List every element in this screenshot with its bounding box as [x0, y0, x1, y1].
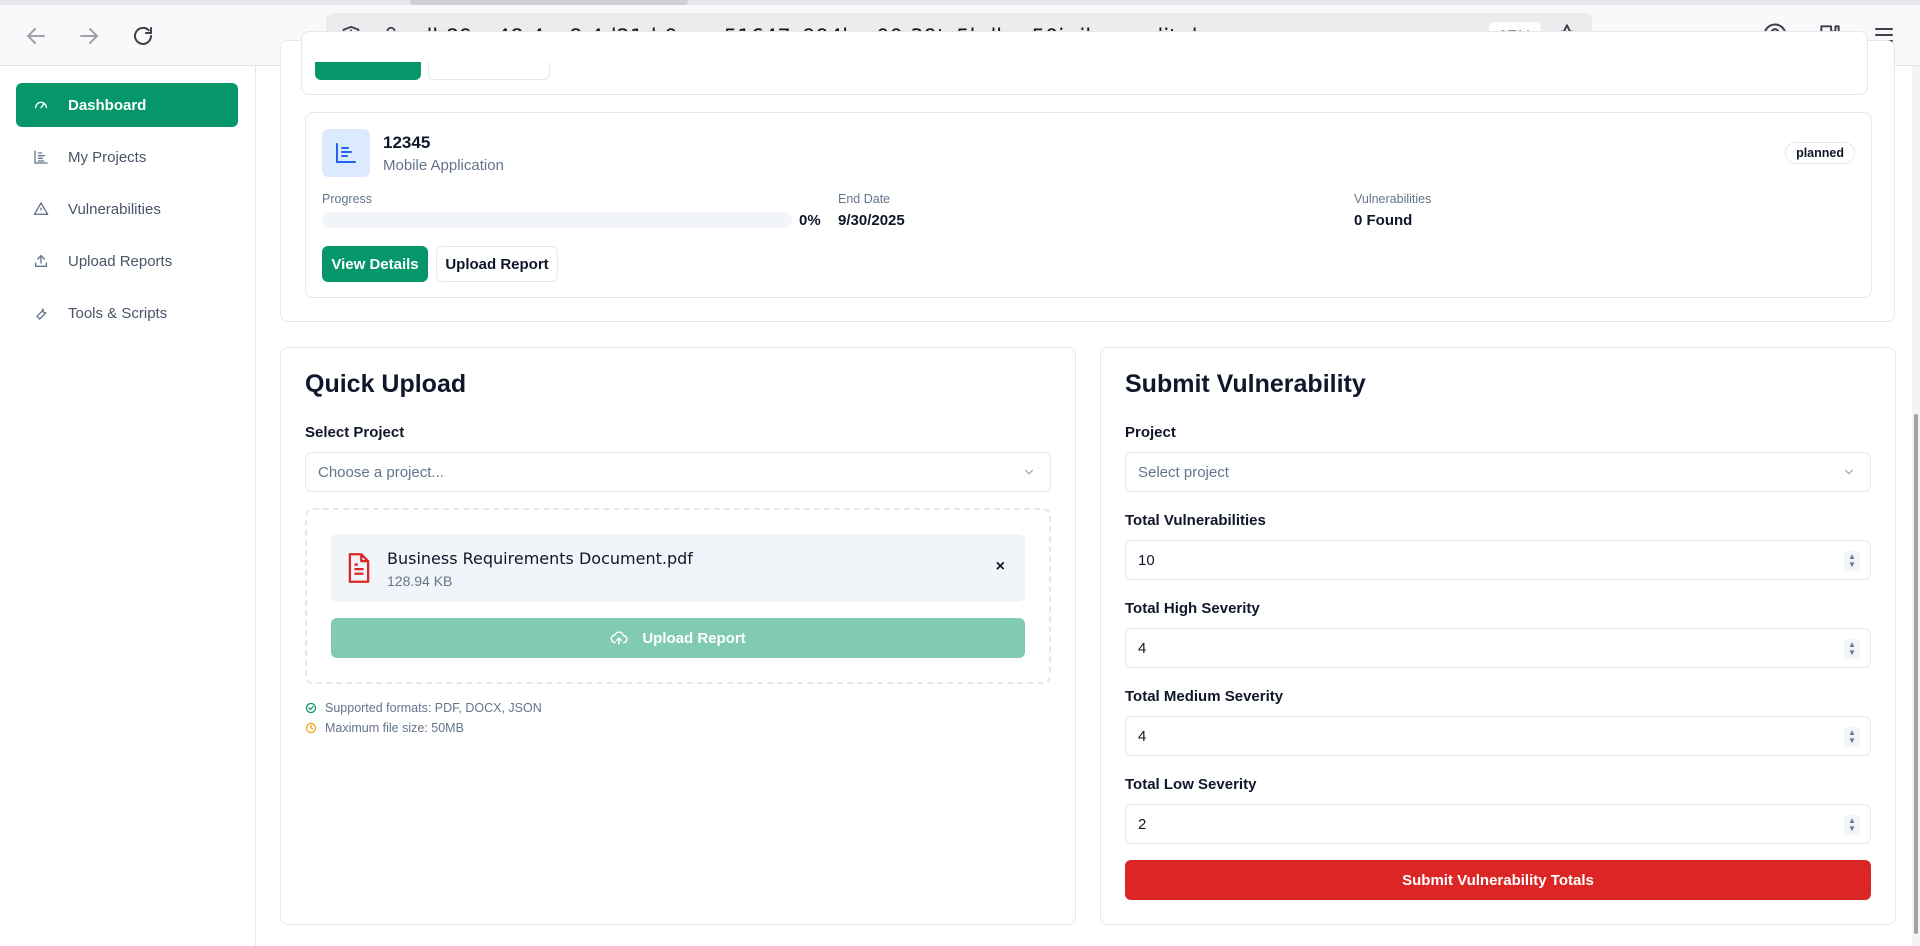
clock-icon: [305, 722, 317, 734]
vuln-project-select[interactable]: Select project: [1125, 452, 1871, 492]
sidebar-item-my-projects[interactable]: My Projects: [16, 135, 238, 179]
end-date-label: End Date: [838, 192, 891, 206]
size-note: Maximum file size: 50MB: [305, 721, 464, 735]
total-vulnerabilities-label: Total Vulnerabilities: [1125, 512, 1266, 529]
progress-bar: [322, 212, 792, 228]
wrench-icon: [32, 304, 50, 322]
submit-vulnerability-panel: Submit Vulnerability Project Select proj…: [1100, 347, 1896, 925]
file-name: Business Requirements Document.pdf: [387, 549, 693, 568]
vuln-project-select-value: Select project: [1138, 464, 1229, 481]
sidebar-item-dashboard[interactable]: Dashboard: [16, 83, 238, 127]
projects-list-panel: 12345 Mobile Application planned Progres…: [280, 31, 1895, 322]
status-badge: planned: [1785, 142, 1855, 164]
upload-report-button[interactable]: Upload Report: [436, 246, 558, 282]
reload-icon[interactable]: [127, 20, 159, 52]
sidebar-item-label: My Projects: [68, 148, 147, 166]
formats-note-text: Supported formats: PDF, DOCX, JSON: [325, 701, 542, 715]
total-high-severity-value: 4: [1138, 640, 1147, 657]
file-size: 128.94 KB: [387, 573, 453, 589]
project-name: 12345: [383, 133, 431, 152]
total-vulnerabilities-value: 10: [1138, 552, 1155, 569]
total-high-severity-label: Total High Severity: [1125, 600, 1260, 617]
project-card: 12345 Mobile Application planned Progres…: [305, 112, 1872, 298]
number-stepper-icon[interactable]: ▲ ▼: [1844, 727, 1860, 747]
sidebar-item-label: Tools & Scripts: [68, 304, 168, 322]
total-vulnerabilities-input[interactable]: 10 ▲ ▼: [1125, 540, 1871, 580]
check-circle-icon: [305, 702, 317, 714]
sidebar-item-label: Vulnerabilities: [68, 200, 161, 218]
sidebar-item-upload-reports[interactable]: Upload Reports: [16, 239, 238, 283]
page-scrollbar-thumb[interactable]: [1914, 414, 1918, 934]
sidebar-item-vulnerabilities[interactable]: Vulnerabilities: [16, 187, 238, 231]
total-medium-severity-label: Total Medium Severity: [1125, 688, 1284, 705]
submit-vulnerability-title: Submit Vulnerability: [1125, 370, 1366, 398]
forward-arrow-icon[interactable]: [73, 20, 105, 52]
progress-percent: 0%: [799, 212, 821, 229]
view-details-button[interactable]: View Details: [322, 246, 428, 282]
quick-upload-title: Quick Upload: [305, 370, 467, 398]
total-medium-severity-input[interactable]: 4 ▲ ▼: [1125, 716, 1871, 756]
quick-upload-panel: Quick Upload Select Project Choose a pro…: [280, 347, 1076, 925]
remove-file-close-icon[interactable]: ×: [996, 558, 1005, 576]
end-date-value: 9/30/2025: [838, 212, 905, 229]
number-stepper-icon[interactable]: ▲ ▼: [1844, 639, 1860, 659]
size-note-text: Maximum file size: 50MB: [325, 721, 464, 735]
sidebar-item-label: Upload Reports: [68, 252, 173, 270]
project-chart-icon: [322, 129, 370, 177]
total-low-severity-label: Total Low Severity: [1125, 776, 1257, 793]
project-select[interactable]: Choose a project...: [305, 452, 1051, 492]
number-stepper-icon[interactable]: ▲ ▼: [1844, 551, 1860, 571]
total-low-severity-input[interactable]: 2 ▲ ▼: [1125, 804, 1871, 844]
vulnerabilities-value: 0 Found: [1354, 212, 1413, 229]
total-high-severity-input[interactable]: 4 ▲ ▼: [1125, 628, 1871, 668]
submit-vulnerability-totals-button[interactable]: Submit Vulnerability Totals: [1125, 860, 1871, 900]
file-document-icon: [345, 552, 373, 589]
page-scrollbar-track[interactable]: [1912, 66, 1920, 946]
upload-report-submit-button[interactable]: Upload Report: [331, 618, 1025, 658]
vulnerabilities-label: Vulnerabilities: [1354, 192, 1432, 206]
upload-icon: [32, 252, 50, 270]
file-dropzone[interactable]: Business Requirements Document.pdf 128.9…: [305, 508, 1051, 684]
bar-chart-icon: [32, 148, 50, 166]
active-tab-edge[interactable]: [410, 0, 688, 5]
tab-strip-edge: [0, 0, 1920, 5]
chevron-down-icon: [1842, 465, 1856, 484]
sidebar: Dashboard My Projects Vulnerabilities Up…: [0, 66, 256, 946]
back-arrow-icon[interactable]: [20, 20, 52, 52]
project-label: Project: [1125, 424, 1176, 441]
warning-triangle-icon: [32, 200, 50, 218]
gauge-icon: [32, 96, 50, 114]
select-project-label: Select Project: [305, 424, 405, 441]
project-card-previous: [301, 31, 1868, 95]
selected-file: Business Requirements Document.pdf 128.9…: [331, 534, 1025, 602]
view-details-button[interactable]: [315, 62, 421, 80]
project-type: Mobile Application: [383, 157, 504, 174]
number-stepper-icon[interactable]: ▲ ▼: [1844, 815, 1860, 835]
chevron-down-icon: [1022, 465, 1036, 484]
total-medium-severity-value: 4: [1138, 728, 1147, 745]
project-select-value: Choose a project...: [318, 464, 444, 481]
upload-report-button[interactable]: [428, 62, 550, 80]
upload-report-submit-label: Upload Report: [642, 629, 746, 647]
progress-label: Progress: [322, 192, 373, 206]
sidebar-item-tools-scripts[interactable]: Tools & Scripts: [16, 291, 238, 335]
cloud-upload-icon: [610, 629, 628, 647]
total-low-severity-value: 2: [1138, 816, 1147, 833]
sidebar-item-label: Dashboard: [68, 96, 147, 114]
formats-note: Supported formats: PDF, DOCX, JSON: [305, 701, 542, 715]
